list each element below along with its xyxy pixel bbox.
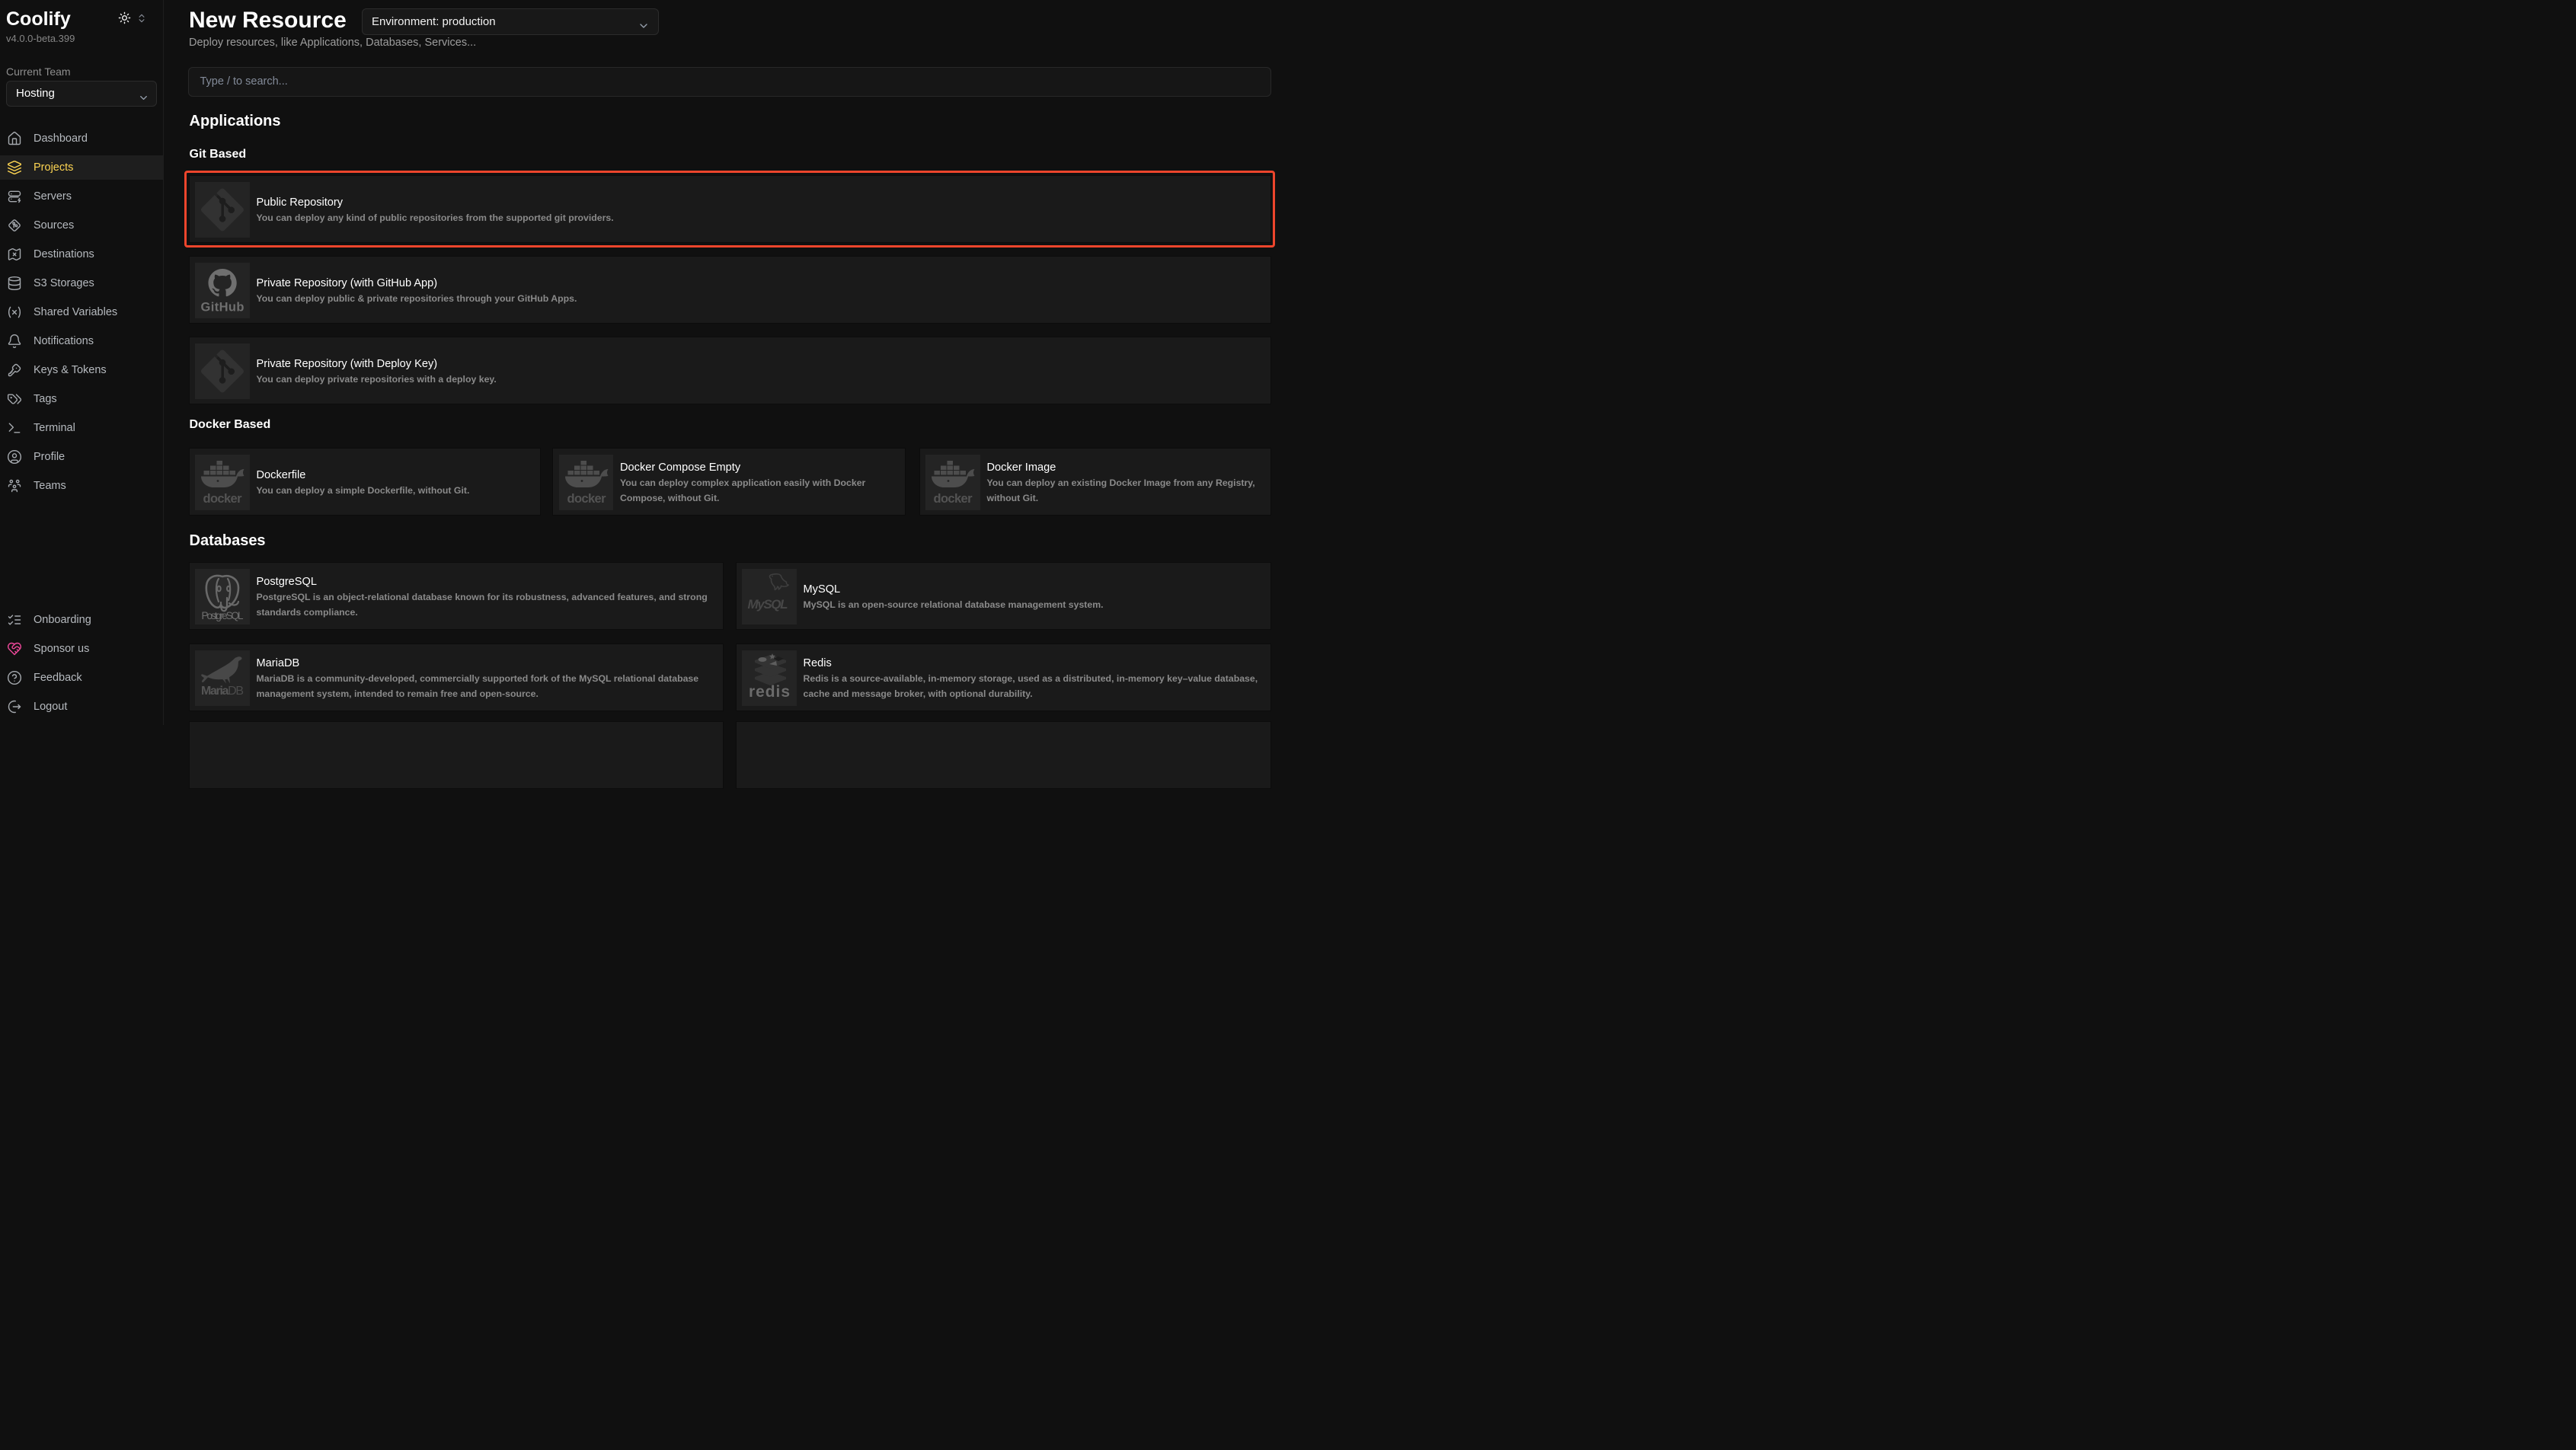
svg-text:PostgreSQL: PostgreSQL [202,610,244,621]
svg-text:MariaDB: MariaDB [201,685,244,698]
svg-text:docker: docker [934,492,973,506]
svg-text:GitHub: GitHub [201,300,244,314]
svg-text:docker: docker [203,492,243,506]
svg-text:redis: redis [749,683,790,701]
svg-text:MySQL: MySQL [748,597,788,612]
svg-text:docker: docker [567,492,606,506]
